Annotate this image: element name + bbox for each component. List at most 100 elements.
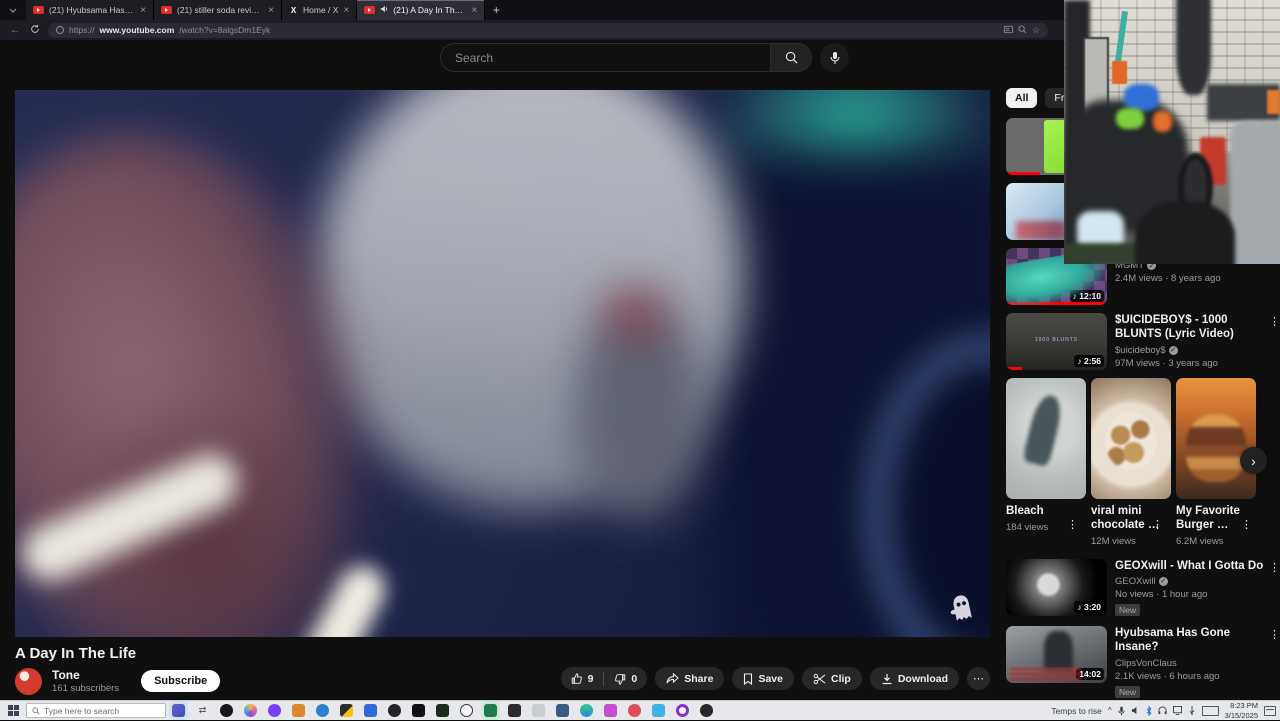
cyan-app-icon[interactable]: [652, 704, 665, 717]
nvidia-like-icon[interactable]: [436, 704, 449, 717]
red-circle-app-icon[interactable]: [628, 704, 641, 717]
like-dislike-group: 9 0: [560, 667, 648, 690]
gog-icon[interactable]: [460, 704, 473, 717]
blue-package-icon[interactable]: [364, 704, 377, 717]
dark-sphere-app-icon[interactable]: [700, 704, 713, 717]
reload-icon[interactable]: [28, 24, 42, 37]
video-row-geoxwill[interactable]: ♪ 3:20 GEOXwill - What I Gotta Do GEOXwi…: [1006, 558, 1280, 618]
short-menu-icon[interactable]: ⋮: [1152, 518, 1163, 531]
channel-name[interactable]: GEOXwill: [1115, 576, 1156, 587]
video-title[interactable]: GEOXwill - What I Gotta Do: [1115, 559, 1266, 573]
tab-x-home[interactable]: X Home / X ×: [282, 0, 358, 20]
folder-app-icon[interactable]: [292, 704, 305, 717]
windows-taskbar: ⇄ Temps to rise ^ 8:23 PM 3/1: [0, 700, 1280, 720]
alien-head-icon[interactable]: [388, 704, 401, 717]
bluetooth-icon[interactable]: [1146, 705, 1152, 716]
bookmark-star-icon[interactable]: ☆: [1032, 25, 1040, 36]
clip-button[interactable]: Clip: [801, 667, 862, 690]
voice-search-button[interactable]: [820, 43, 849, 72]
download-button[interactable]: Download: [869, 667, 959, 690]
video-thumbnail[interactable]: 1000 BLUNTS ♪ 2:56: [1006, 313, 1107, 370]
alienware-icon[interactable]: [220, 704, 233, 717]
tray-chevron-icon[interactable]: ^: [1108, 706, 1112, 715]
new-badge: New: [1115, 685, 1141, 698]
system-tray: Temps to rise ^ 8:23 PM 3/15/2025: [1051, 701, 1280, 720]
short-thumbnail[interactable]: [1006, 378, 1086, 499]
video-menu-icon[interactable]: ⋮: [1269, 315, 1280, 328]
tab-audio-icon[interactable]: [380, 5, 388, 15]
video-row-suicideboys[interactable]: 1000 BLUNTS ♪ 2:56 $UICIDEBOY$ - 1000 BL…: [1006, 313, 1280, 370]
channel-name[interactable]: $uicideboy$: [1115, 345, 1166, 356]
network-icon[interactable]: [1172, 706, 1182, 715]
video-menu-icon[interactable]: ⋮: [1269, 628, 1280, 641]
tab-close-icon[interactable]: ×: [268, 5, 274, 16]
photos-app-icon[interactable]: [340, 704, 353, 717]
calculator-icon[interactable]: [532, 704, 545, 717]
action-center-icon[interactable]: [1264, 705, 1276, 716]
headset-icon[interactable]: [1158, 706, 1167, 715]
url-host: www.youtube.com: [99, 25, 175, 35]
new-badge: New: [1115, 603, 1141, 616]
volume-icon[interactable]: [1131, 706, 1140, 715]
back-icon[interactable]: ←: [8, 25, 22, 36]
shorts-next-button[interactable]: ›: [1240, 447, 1267, 474]
video-thumbnail[interactable]: ♪ 3:20: [1006, 558, 1107, 616]
new-tab-button[interactable]: +: [485, 0, 507, 20]
tab-a-day-in-the-life[interactable]: (21) A Day In The Life - YouT... ×: [357, 0, 486, 20]
dislike-button[interactable]: 0: [604, 673, 647, 685]
purple-ring-app-icon[interactable]: [676, 704, 689, 717]
clip-label: Clip: [830, 672, 851, 685]
microphone-tray-icon[interactable]: [1118, 706, 1125, 716]
triangle-app-icon[interactable]: [412, 704, 425, 717]
taskbar-search[interactable]: [26, 703, 166, 718]
more-actions-button[interactable]: ⋯: [967, 667, 990, 690]
video-player[interactable]: [15, 90, 990, 637]
taskbar-search-input[interactable]: [44, 705, 154, 716]
usb-icon[interactable]: [1188, 706, 1196, 715]
video-row-hyubsama[interactable]: 14:02 Hyubsama Has Gone Insane? ClipsVon…: [1006, 625, 1280, 700]
chip-all[interactable]: All: [1006, 88, 1038, 108]
purple-circle-app-icon[interactable]: [268, 704, 281, 717]
weather-widget[interactable]: Temps to rise: [1051, 706, 1102, 716]
tab-stiller-soda[interactable]: (21) stiller soda review - YouTube ×: [154, 0, 282, 20]
capture-app-icon[interactable]: [484, 704, 497, 717]
tab-hyubsama[interactable]: (21) Hyubsama Has Gone Insane? ×: [26, 0, 154, 20]
save-button[interactable]: Save: [732, 667, 794, 690]
start-button[interactable]: [0, 701, 26, 721]
channel-name[interactable]: ClipsVonClaus: [1115, 658, 1177, 669]
search-button[interactable]: [770, 43, 812, 72]
blue-round-app-icon[interactable]: [316, 704, 329, 717]
video-title[interactable]: Hyubsama Has Gone Insane?: [1115, 626, 1266, 655]
clapperboard-icon[interactable]: [172, 704, 185, 717]
short-menu-icon[interactable]: ⋮: [1241, 518, 1252, 531]
browser-swirl-icon[interactable]: [580, 704, 593, 717]
tab-close-icon[interactable]: ×: [343, 5, 349, 16]
video-thumbnail[interactable]: 14:02: [1006, 625, 1107, 683]
paint-swirl-icon[interactable]: [244, 704, 257, 717]
eps-app-icon[interactable]: [508, 704, 521, 717]
short-title[interactable]: Bleach: [1006, 505, 1086, 519]
short-thumbnail[interactable]: [1176, 378, 1256, 499]
touch-keyboard-icon[interactable]: [1201, 705, 1219, 716]
video-title[interactable]: $UICIDEBOY$ - 1000 BLUNTS (Lyric Video): [1115, 313, 1266, 342]
video-meta: 2.1K views · 6 hours ago: [1115, 670, 1220, 682]
short-thumbnail[interactable]: [1091, 378, 1171, 499]
zoom-icon[interactable]: [1018, 24, 1027, 36]
reader-mode-icon[interactable]: [1003, 25, 1013, 36]
clock-time: 8:23 PM: [1230, 701, 1258, 711]
address-bar[interactable]: https:// www.youtube.com /watch?v=8algsD…: [48, 22, 1048, 38]
tweaks-arrows-icon[interactable]: ⇄: [196, 704, 209, 717]
site-info-icon[interactable]: [56, 26, 64, 34]
share-button[interactable]: Share: [655, 667, 725, 690]
video-meta: No views · 1 hour ago: [1115, 588, 1208, 600]
tab-close-icon[interactable]: ×: [140, 5, 146, 16]
tab-close-icon[interactable]: ×: [471, 5, 477, 16]
taskbar-clock[interactable]: 8:23 PM 3/15/2025: [1225, 701, 1258, 720]
video-menu-icon[interactable]: ⋮: [1269, 561, 1280, 574]
short-menu-icon[interactable]: ⋮: [1067, 518, 1078, 531]
magenta-app-icon[interactable]: [604, 704, 617, 717]
like-button[interactable]: 9: [561, 673, 604, 685]
f-app-icon[interactable]: [556, 704, 569, 717]
search-input[interactable]: [440, 43, 770, 72]
tab-list-chevron-icon[interactable]: [0, 0, 26, 20]
